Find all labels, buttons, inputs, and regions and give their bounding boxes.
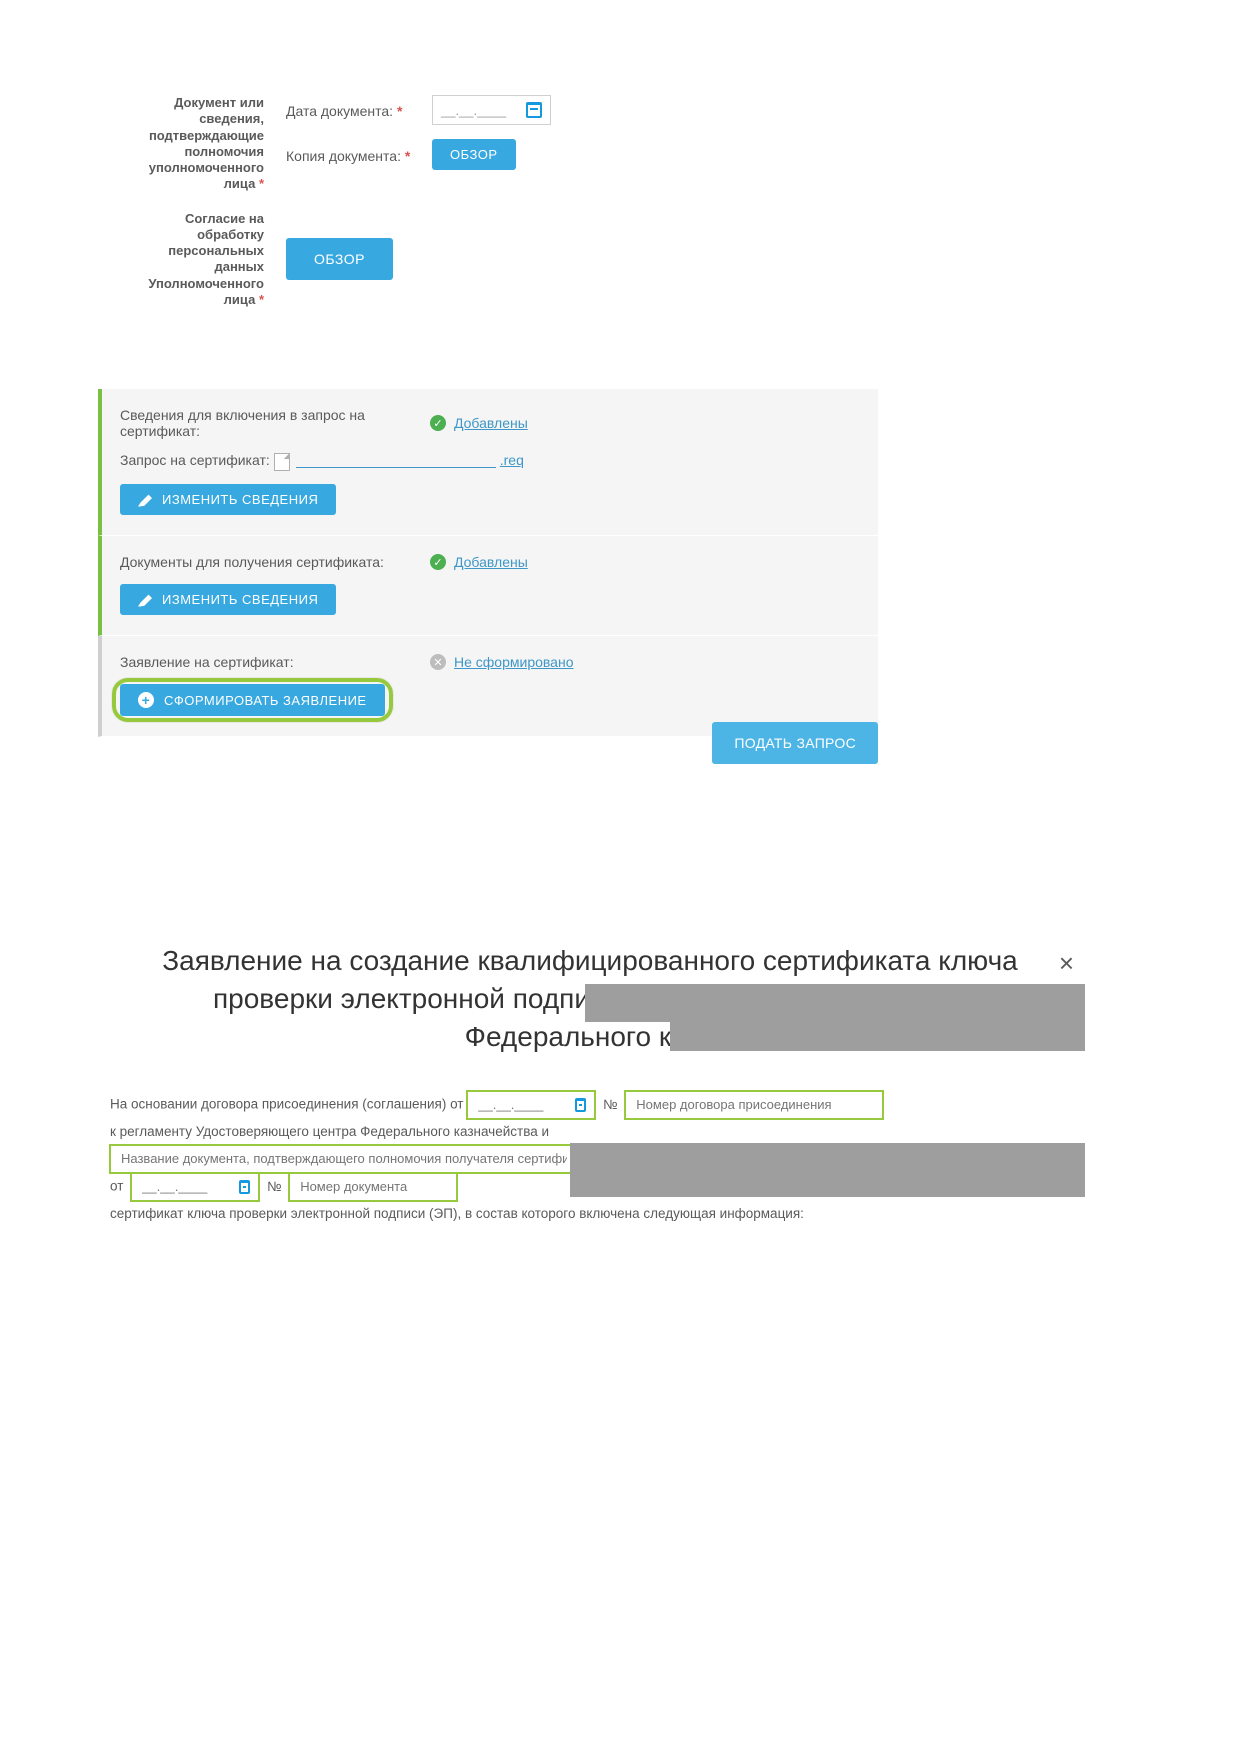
- browse-doc-copy-button[interactable]: ОБЗОР: [432, 139, 516, 170]
- line3-prefix: от: [110, 1179, 123, 1194]
- step1-status[interactable]: Добавлены: [454, 415, 528, 431]
- line1-prefix: На основании договора присоединения (сог…: [110, 1097, 464, 1112]
- step3-label: Заявление на сертификат:: [120, 654, 430, 670]
- authorized-person-docs-form: Документ или сведения, подтверждающие по…: [138, 95, 878, 308]
- redaction-block: [570, 1143, 1085, 1197]
- doc-copy-label: Копия документа: *: [286, 146, 416, 164]
- step-documents: Документы для получения сертификата: ✓ Д…: [98, 536, 878, 636]
- calendar-icon[interactable]: [239, 1180, 250, 1194]
- file-icon: [274, 453, 290, 471]
- certificate-steps-panel: Сведения для включения в запрос на серти…: [98, 389, 878, 737]
- number-label-2: №: [267, 1179, 281, 1194]
- doc-date-input[interactable]: [131, 1173, 259, 1201]
- create-application-button[interactable]: + СФОРМИРОВАТЬ ЗАЯВЛЕНИЕ: [120, 684, 385, 716]
- calendar-icon[interactable]: [575, 1098, 586, 1112]
- pencil-icon: [138, 593, 152, 607]
- doc-date-input[interactable]: __.__.____: [432, 95, 551, 125]
- doc-number-input[interactable]: [289, 1173, 457, 1201]
- plus-icon: +: [138, 692, 154, 708]
- doc-group-label: Документ или сведения, подтверждающие по…: [138, 95, 264, 193]
- edit-info-button-1[interactable]: ИЗМЕНИТЬ СВЕДЕНИЯ: [120, 484, 336, 515]
- number-label: №: [603, 1097, 617, 1112]
- step2-status[interactable]: Добавлены: [454, 554, 528, 570]
- step1-label: Сведения для включения в запрос на серти…: [120, 407, 430, 439]
- browse-consent-button[interactable]: ОБЗОР: [286, 238, 393, 280]
- agreement-number-input[interactable]: [625, 1091, 883, 1119]
- request-file-name[interactable]: [296, 451, 496, 468]
- step3-status[interactable]: Не сформировано: [454, 654, 573, 670]
- agreement-date-input[interactable]: [467, 1091, 595, 1119]
- pencil-icon: [138, 493, 152, 507]
- edit-info-button-2[interactable]: ИЗМЕНИТЬ СВЕДЕНИЯ: [120, 584, 336, 615]
- modal-body: На основании договора присоединения (сог…: [110, 1091, 1070, 1226]
- required-marker: *: [259, 176, 264, 191]
- doc-name-input[interactable]: [110, 1145, 578, 1173]
- check-icon: ✓: [430, 415, 446, 431]
- modal-title: Заявление на создание квалифицированного…: [110, 942, 1070, 1055]
- line4-text: сертификат ключа проверки электронной по…: [110, 1201, 1070, 1227]
- step2-label: Документы для получения сертификата:: [120, 554, 430, 570]
- doc-date-label: Дата документа: *: [286, 101, 416, 119]
- request-file-label: Запрос на сертификат:: [120, 452, 270, 468]
- step-request-info: Сведения для включения в запрос на серти…: [98, 389, 878, 536]
- submit-bar: ПОДАТЬ ЗАПРОС: [98, 716, 878, 770]
- redaction-block: [585, 984, 1085, 1022]
- line2-text: к регламенту Удостоверяющего центра Феде…: [110, 1119, 1070, 1145]
- check-icon: ✓: [430, 554, 446, 570]
- consent-label: Согласие на обработку персональных данны…: [138, 211, 264, 309]
- create-application-modal: × Заявление на создание квалифицированно…: [110, 942, 1070, 1227]
- calendar-icon[interactable]: [526, 102, 542, 118]
- date-placeholder: __.__.____: [441, 103, 506, 118]
- cross-icon: ✕: [430, 654, 446, 670]
- submit-request-button[interactable]: ПОДАТЬ ЗАПРОС: [712, 722, 878, 764]
- request-file-ext[interactable]: .req: [500, 452, 524, 468]
- redaction-block: [670, 1022, 1085, 1051]
